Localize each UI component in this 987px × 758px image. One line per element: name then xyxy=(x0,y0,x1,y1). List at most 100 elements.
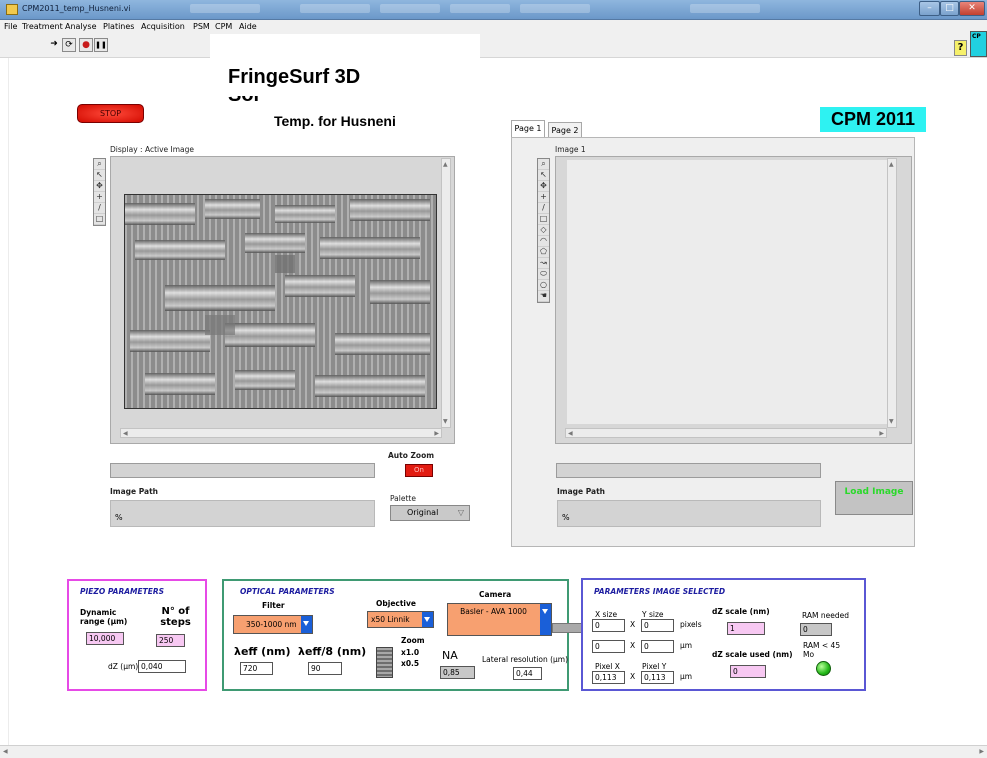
pointer-tool-icon[interactable]: ↖ xyxy=(94,170,105,181)
palette-value: Original xyxy=(407,508,439,517)
maximize-button[interactable]: □ xyxy=(940,1,959,16)
freehand-tool-icon[interactable]: ↝ xyxy=(538,258,549,269)
dz-used-field: 0 xyxy=(730,665,766,678)
leff8-field: 90 xyxy=(308,662,342,675)
ram-needed-label: RAM needed xyxy=(802,611,850,620)
objective-select[interactable]: x50 Linnik xyxy=(367,611,434,628)
auto-zoom-toggle[interactable]: On xyxy=(405,464,433,477)
times-label: X xyxy=(630,672,636,681)
image1-path-field[interactable]: % xyxy=(557,500,821,527)
leff8-label: λeff/8 (nm) xyxy=(298,645,367,658)
dynamic-range-label: Dynamic range (µm) xyxy=(80,608,128,626)
rectangle-tool-icon[interactable]: □ xyxy=(94,214,105,225)
annulus-tool-icon[interactable]: ◠ xyxy=(538,236,549,247)
tab-page-2[interactable]: Page 2 xyxy=(548,122,582,138)
rectangle-tool-icon[interactable]: □ xyxy=(538,214,549,225)
tab-page-1[interactable]: Page 1 xyxy=(511,120,545,138)
zoom-label: Zoom xyxy=(401,636,425,645)
menu-psm[interactable]: PSM xyxy=(193,22,210,31)
times-label: X xyxy=(630,641,636,650)
pan-tool-icon[interactable]: ✥ xyxy=(94,181,105,192)
close-button[interactable]: ✕ xyxy=(959,1,985,16)
pixels-unit: pixels xyxy=(680,620,702,629)
ellipse-tool-icon[interactable]: ○ xyxy=(538,280,549,291)
menu-acquisition[interactable]: Acquisition xyxy=(141,22,185,31)
display-label: Display : Active Image xyxy=(110,145,195,154)
pointer-tool-icon[interactable]: ↖ xyxy=(538,170,549,181)
menu-analyse[interactable]: Analyse xyxy=(65,22,97,31)
dz-scale-field[interactable]: 1 xyxy=(727,622,765,635)
polygon-tool-icon[interactable]: ⬠ xyxy=(538,247,549,258)
image1-tools-palette: ⌕ ↖ ✥ + / □ ◇ ◠ ⬠ ↝ ⬭ ○ ☚ xyxy=(537,158,550,303)
line-tool-icon[interactable]: / xyxy=(94,203,105,214)
um-unit: µm xyxy=(680,641,693,650)
optical-title: OPTICAL PARAMETERS xyxy=(240,587,335,596)
piezo-title: PIEZO PARAMETERS xyxy=(80,587,165,596)
dz-label: dZ (µm) xyxy=(108,662,139,671)
ysize-field: 0 xyxy=(641,619,674,632)
y-um-field: 0 xyxy=(641,640,674,653)
point-tool-icon[interactable]: + xyxy=(94,192,105,203)
camera-select[interactable]: Basler - AVA 1000 xyxy=(447,603,552,636)
pixelx-label: Pixel X xyxy=(595,662,620,671)
left-vertical-scrollbar[interactable]: ▲ ▼ xyxy=(441,158,451,428)
lateral-resolution-label: Lateral resolution (µm) xyxy=(482,655,569,664)
left-status-field xyxy=(110,463,375,478)
menu-file[interactable]: File xyxy=(4,22,17,31)
freehand-region-tool-icon[interactable]: ⬭ xyxy=(538,269,549,280)
right-horizontal-scrollbar[interactable]: ◀ ▶ xyxy=(565,428,887,438)
blurred-taskbar-region xyxy=(690,4,760,13)
run-continuously-icon[interactable]: ⟳ xyxy=(62,38,76,52)
camera-value: Basler - AVA 1000 xyxy=(460,607,527,616)
xsize-label: X size xyxy=(595,610,618,619)
rotated-rect-tool-icon[interactable]: ◇ xyxy=(538,225,549,236)
x-um-field: 0 xyxy=(592,640,625,653)
times-label: X xyxy=(630,620,636,629)
blurred-taskbar-region xyxy=(380,4,440,13)
right-vertical-scrollbar[interactable]: ▲ ▼ xyxy=(887,158,897,428)
interferogram-image[interactable] xyxy=(124,194,437,409)
na-label: NA xyxy=(442,649,458,662)
menu-treatment[interactable]: Treatment xyxy=(22,22,63,31)
palette-label: Palette xyxy=(390,494,416,503)
dynamic-range-field[interactable]: 10,000 xyxy=(86,632,124,645)
na-field: 0,85 xyxy=(440,666,475,679)
toolbar: ➜ ⟳ ● ❚❚ xyxy=(0,34,987,58)
zoom-tool-icon[interactable]: ⌕ xyxy=(538,159,549,170)
image-path-field[interactable]: % xyxy=(110,500,375,527)
window-horizontal-scrollbar[interactable]: ◀ ▶ xyxy=(0,745,987,758)
point-tool-icon[interactable]: + xyxy=(538,192,549,203)
menu-aide[interactable]: Aide xyxy=(239,22,257,31)
image1-canvas[interactable] xyxy=(567,160,887,424)
help-icon[interactable]: ? xyxy=(954,40,967,56)
dz-used-label: dZ scale used (nm) xyxy=(712,650,793,659)
ysize-label: Y size xyxy=(642,610,664,619)
abort-icon[interactable]: ● xyxy=(79,38,93,52)
steps-field[interactable]: 250 xyxy=(156,634,185,647)
dropdown-arrow-icon xyxy=(422,612,433,627)
minimize-button[interactable]: – xyxy=(919,1,940,16)
pan-tool-icon[interactable]: ✥ xyxy=(538,181,549,192)
image-path-label: Image Path xyxy=(110,487,159,496)
zoom-tool-icon[interactable]: ⌕ xyxy=(94,159,105,170)
blurred-taskbar-region xyxy=(450,4,510,13)
menu-platines[interactable]: Platines xyxy=(103,22,134,31)
image1-path-label: Image Path xyxy=(557,487,606,496)
ram-limit-label: RAM < 45 Mo xyxy=(803,641,841,659)
image-tools-palette: ⌕ ↖ ✥ + / □ xyxy=(93,158,106,226)
load-image-button[interactable]: Load Image xyxy=(835,481,913,515)
palette-select[interactable]: Original ▽ xyxy=(390,505,470,521)
menu-cpm[interactable]: CPM xyxy=(215,22,232,31)
run-arrow-icon[interactable]: ➜ xyxy=(47,38,61,52)
left-horizontal-scrollbar[interactable]: ◀ ▶ xyxy=(120,428,442,438)
blurred-taskbar-region xyxy=(520,4,590,13)
left-margin xyxy=(0,58,9,745)
stop-button[interactable]: STOP xyxy=(77,104,144,123)
image-params-title: PARAMETERS IMAGE SELECTED xyxy=(594,587,726,596)
hand-tool-icon[interactable]: ☚ xyxy=(538,291,549,302)
line-tool-icon[interactable]: / xyxy=(538,203,549,214)
filter-select[interactable]: 350-1000 nm xyxy=(233,615,313,634)
xsize-field: 0 xyxy=(592,619,625,632)
zoom-slider[interactable] xyxy=(376,647,393,678)
pause-icon[interactable]: ❚❚ xyxy=(94,38,108,52)
